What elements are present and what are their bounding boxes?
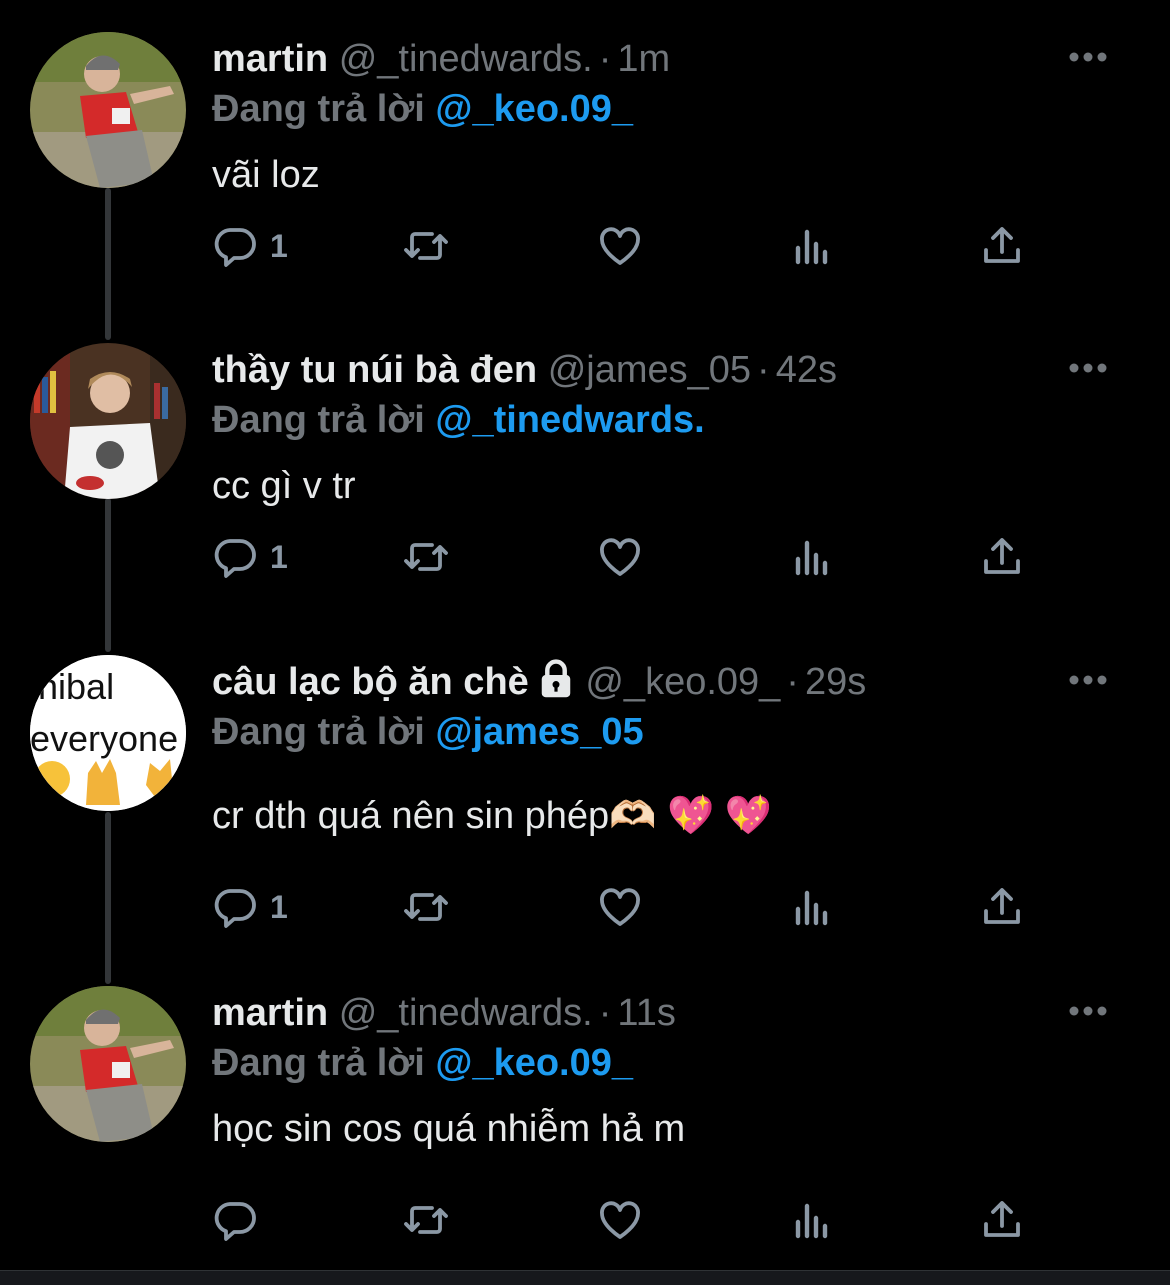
- tweet-header: thầy tu núi bà đen @james_05 · 42s: [212, 345, 837, 395]
- timestamp[interactable]: 1m: [617, 38, 670, 80]
- tweet-text: cr dth quá nên sin phép🫶🏻 💖 💖: [212, 795, 773, 837]
- tweet-thread: martin @_tinedwards. · 1m Đang trả lời @_k…: [0, 0, 1170, 1285]
- replying-prefix: Đang trả lời: [212, 399, 425, 441]
- avatar[interactable]: nibal everyone: [30, 655, 186, 811]
- thread-line: [105, 812, 111, 984]
- replying-prefix: Đang trả lời: [212, 88, 425, 130]
- replying-to: Đang trả lời @_keo.09_: [212, 1038, 633, 1088]
- replying-prefix: Đang trả lời: [212, 1042, 425, 1084]
- retweet-button[interactable]: [402, 879, 450, 935]
- user-handle[interactable]: @james_05: [548, 349, 751, 391]
- retweet-icon: [404, 232, 448, 260]
- thread-line: [105, 498, 111, 652]
- avatar-text: everyone: [30, 718, 178, 759]
- tweet-header: martin @_tinedwards. · 11s: [212, 988, 676, 1038]
- reply-count: 1: [270, 227, 288, 264]
- thread-line: [105, 188, 111, 340]
- display-name[interactable]: martin: [212, 38, 328, 80]
- mention-link[interactable]: @james_05: [435, 711, 643, 753]
- action-bar: 1: [212, 218, 1042, 274]
- views-button[interactable]: [788, 879, 836, 935]
- views-button[interactable]: [788, 218, 836, 274]
- tweet-text: cc gì v tr: [212, 465, 356, 507]
- share-button[interactable]: [978, 1192, 1026, 1248]
- reply-icon: [214, 889, 256, 928]
- replying-to: Đang trả lời @_tinedwards.: [212, 395, 705, 445]
- reply-icon: [214, 1202, 256, 1241]
- user-handle[interactable]: @_keo.09_: [585, 661, 780, 703]
- reply-icon: [214, 539, 256, 578]
- avatar[interactable]: [30, 32, 186, 188]
- separator: ·: [757, 349, 770, 391]
- action-bar: [212, 1192, 1042, 1248]
- share-button[interactable]: [978, 218, 1026, 274]
- heart-icon: [600, 538, 640, 576]
- heart-icon: [600, 227, 640, 265]
- display-name[interactable]: câu lạc bộ ăn chè: [212, 661, 529, 703]
- more-icon[interactable]: [1068, 343, 1108, 393]
- more-icon[interactable]: [1068, 986, 1108, 1036]
- retweet-button[interactable]: [402, 1192, 450, 1248]
- like-button[interactable]: [596, 529, 644, 585]
- bottom-bar: [0, 1270, 1170, 1285]
- lock-icon: [541, 659, 571, 698]
- views-icon: [795, 1203, 828, 1239]
- reply-count: 1: [270, 888, 288, 925]
- timestamp[interactable]: 42s: [776, 349, 837, 391]
- separator: ·: [598, 992, 612, 1034]
- avatar[interactable]: [30, 343, 186, 499]
- tweet-text: học sin cos quá nhiễm hả m: [212, 1108, 686, 1150]
- share-icon: [984, 1201, 1020, 1237]
- replying-to: Đang trả lời @_keo.09_: [212, 84, 633, 134]
- heart-icon: [600, 1201, 640, 1239]
- retweet-icon: [404, 543, 448, 571]
- mention-link[interactable]: @_tinedwards.: [435, 399, 704, 441]
- replying-prefix: Đang trả lời: [212, 711, 425, 753]
- avatar-text: nibal: [38, 666, 114, 707]
- tweet-header: martin @_tinedwards. · 1m: [212, 34, 670, 84]
- share-icon: [984, 888, 1020, 924]
- reply-count: 1: [270, 538, 288, 575]
- reply-button[interactable]: 1: [212, 879, 288, 935]
- reply-button[interactable]: [212, 1192, 270, 1248]
- timestamp[interactable]: 11s: [617, 992, 675, 1034]
- replying-to: Đang trả lời @james_05: [212, 707, 644, 757]
- retweet-icon: [404, 1206, 448, 1234]
- user-handle[interactable]: @_tinedwards.: [339, 38, 593, 80]
- views-icon: [795, 540, 828, 576]
- avatar[interactable]: [30, 986, 186, 1142]
- display-name[interactable]: martin: [212, 992, 328, 1034]
- like-button[interactable]: [596, 1192, 644, 1248]
- like-button[interactable]: [596, 879, 644, 935]
- tweet-header: câu lạc bộ ăn chè @_keo.09_ · 29s: [212, 657, 866, 707]
- user-handle[interactable]: @_tinedwards.: [339, 992, 593, 1034]
- mention-link[interactable]: @_keo.09_: [435, 1042, 633, 1084]
- views-icon: [795, 229, 828, 265]
- retweet-button[interactable]: [402, 218, 450, 274]
- separator: ·: [786, 661, 799, 703]
- retweet-button[interactable]: [402, 529, 450, 585]
- views-icon: [795, 890, 828, 926]
- action-bar: 1: [212, 529, 1042, 585]
- views-button[interactable]: [788, 529, 836, 585]
- share-button[interactable]: [978, 529, 1026, 585]
- display-name[interactable]: thầy tu núi bà đen: [212, 349, 537, 391]
- reply-icon: [214, 228, 256, 267]
- share-icon: [984, 538, 1020, 574]
- share-icon: [984, 227, 1020, 263]
- separator: ·: [598, 38, 612, 80]
- reply-button[interactable]: 1: [212, 218, 288, 274]
- more-icon[interactable]: [1068, 32, 1108, 82]
- like-button[interactable]: [596, 218, 644, 274]
- share-button[interactable]: [978, 879, 1026, 935]
- reply-button[interactable]: 1: [212, 529, 288, 585]
- action-bar: 1: [212, 879, 1042, 935]
- tweet-text: vãi loz: [212, 154, 320, 196]
- views-button[interactable]: [788, 1192, 836, 1248]
- mention-link[interactable]: @_keo.09_: [435, 88, 633, 130]
- more-icon[interactable]: [1068, 655, 1108, 705]
- timestamp[interactable]: 29s: [805, 661, 866, 703]
- retweet-icon: [404, 893, 448, 921]
- heart-icon: [600, 888, 640, 926]
